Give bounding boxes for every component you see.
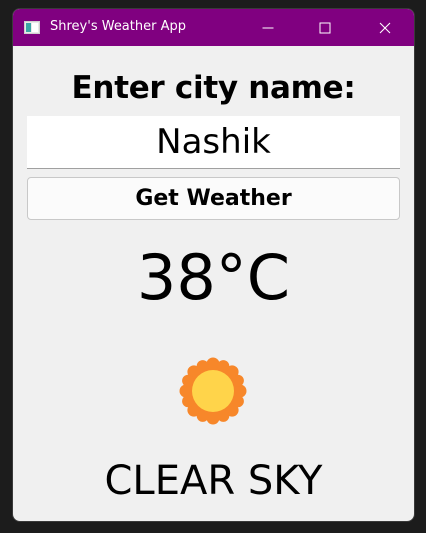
city-prompt-label: Enter city name: (71, 70, 356, 106)
title-bar[interactable]: Shrey's Weather App (13, 9, 414, 46)
maximize-button[interactable] (302, 9, 348, 46)
app-icon (24, 21, 40, 34)
maximize-icon (319, 22, 331, 33)
app-window: Shrey's Weather App Enter city name: Get… (12, 8, 415, 522)
window-title: Shrey's Weather App (50, 19, 186, 34)
city-input[interactable] (27, 116, 400, 169)
close-button[interactable] (362, 9, 408, 46)
minimize-icon (262, 27, 274, 28)
temperature-label: 38°C (136, 241, 291, 314)
main-content: Enter city name: Get Weather 38°C (13, 46, 414, 521)
get-weather-button[interactable]: Get Weather (27, 177, 400, 220)
sun-icon (179, 357, 247, 425)
close-icon (379, 22, 391, 33)
minimize-button[interactable] (245, 9, 291, 46)
weather-description: CLEAR SKY (104, 458, 323, 504)
